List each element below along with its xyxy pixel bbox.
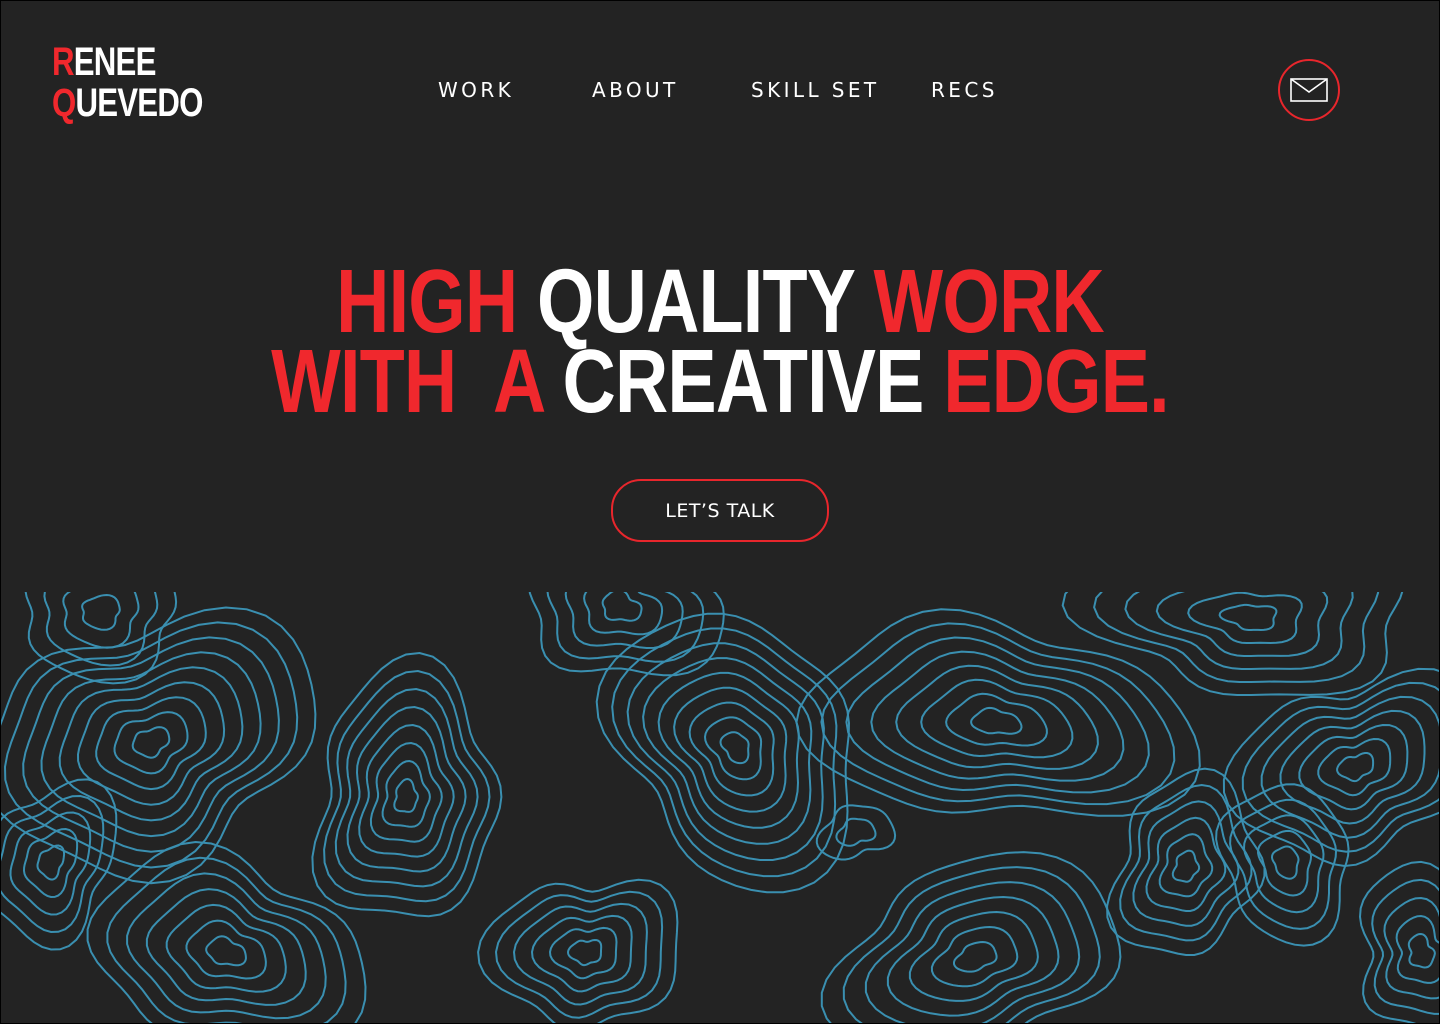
contour-line	[1218, 603, 1278, 632]
topographic-pattern	[1, 592, 1439, 1023]
contour-line	[815, 804, 897, 861]
hero-headline: HIGH QUALITY WORK WITH A CREATIVE EDGE.	[0, 257, 1440, 427]
contour-line	[477, 878, 679, 1023]
nav-work[interactable]: WORK	[438, 78, 514, 102]
contour-line	[1242, 814, 1325, 914]
contour-line	[3, 621, 299, 869]
contour-line	[930, 925, 1019, 988]
contour-line	[845, 636, 1150, 794]
contour-line	[1270, 845, 1300, 880]
contour-line	[820, 622, 1176, 806]
contour-line	[970, 706, 1023, 735]
nav-skill-set[interactable]: SKILL SET	[751, 78, 880, 102]
contour-line	[1279, 709, 1426, 825]
nav-recs[interactable]: RECS	[931, 78, 998, 102]
contour-line	[1106, 767, 1266, 956]
contour-line	[36, 844, 66, 881]
contour-line	[113, 711, 189, 775]
contour-line	[1155, 592, 1329, 657]
contour-line	[835, 817, 877, 847]
contour-lines-graphic	[1, 592, 1439, 1023]
hero-line-1: HIGH QUALITY WORK	[130, 257, 1311, 347]
contour-line	[1317, 737, 1392, 797]
contour-line	[795, 608, 1201, 817]
contour-line	[920, 678, 1074, 759]
contour-line	[566, 938, 603, 967]
contour-line	[1171, 849, 1201, 883]
contour-line	[1336, 752, 1375, 783]
hero-word: EDGE.	[943, 332, 1169, 432]
contour-line	[719, 731, 750, 765]
contour-line	[165, 903, 287, 993]
hero-word: CREATIVE	[562, 332, 924, 432]
contour-line	[22, 827, 79, 899]
contour-line	[953, 940, 998, 973]
contour-line	[381, 759, 431, 828]
hero-word: WITH	[271, 332, 457, 432]
contour-line	[81, 593, 121, 631]
mail-icon	[1290, 78, 1328, 102]
contour-line	[358, 723, 455, 858]
contour-line	[1215, 783, 1350, 947]
contact-button[interactable]	[1278, 59, 1340, 121]
hero-line-2: WITH A CREATIVE EDGE.	[130, 337, 1311, 427]
contour-line	[945, 692, 1048, 747]
contour-line	[205, 935, 247, 967]
contour-line	[393, 777, 419, 813]
contour-line	[583, 592, 664, 636]
lets-talk-button[interactable]: LET’S TALK	[611, 479, 829, 542]
contour-line	[1407, 932, 1436, 969]
contour-line	[40, 651, 262, 838]
contour-line	[95, 696, 207, 791]
nav-about[interactable]: ABOUT	[592, 78, 679, 102]
hero-word: A	[493, 332, 544, 432]
logo-first-name: RENEE	[52, 40, 156, 84]
contour-line	[131, 726, 171, 759]
contour-line	[62, 592, 140, 649]
contour-line	[601, 592, 643, 622]
contour-line	[657, 671, 800, 829]
contour-line	[86, 840, 367, 1023]
contour-line	[673, 686, 788, 813]
contour-line	[548, 926, 618, 980]
contour-line	[76, 681, 226, 806]
logo-last-name: QUEVEDO	[52, 81, 203, 125]
logo[interactable]: RENEE QUEVEDO	[52, 42, 203, 124]
contour-line	[1158, 833, 1214, 898]
